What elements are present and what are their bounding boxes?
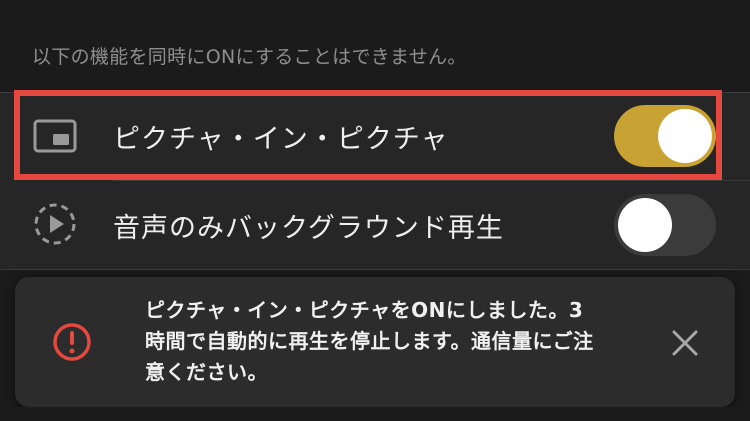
bottom-strip (0, 407, 750, 421)
section-note: 以下の機能を同時にONにすることはできません。 (32, 46, 467, 68)
toast-notification: ピクチャ・イン・ピクチャをONにしました。3 時間で自動的に再生を停止します。通… (15, 277, 735, 407)
toggle-knob (658, 109, 712, 163)
setting-row-picture-in-picture[interactable]: ピクチャ・イン・ピクチャ (0, 92, 750, 180)
setting-label: 音声のみバックグラウンド再生 (113, 213, 504, 244)
alert-circle-icon (51, 321, 93, 363)
setting-row-background-audio[interactable]: 音声のみバックグラウンド再生 (0, 181, 750, 269)
picture-in-picture-icon (32, 113, 78, 159)
close-icon[interactable] (665, 323, 705, 363)
toast-message-line: 意ください。 (145, 360, 268, 384)
setting-label: ピクチャ・イン・ピクチャ (113, 124, 449, 155)
divider (0, 269, 750, 270)
toast-message: ピクチャ・イン・ピクチャをONにしました。3 時間で自動的に再生を停止します。通… (145, 295, 645, 388)
background-play-icon (32, 201, 78, 247)
settings-screen: 以下の機能を同時にONにすることはできません。 ピクチャ・イン・ピクチャ 音声の… (0, 0, 750, 421)
picture-in-picture-toggle[interactable] (614, 105, 716, 167)
toast-message-line: ピクチャ・イン・ピクチャをONにしました。3 (145, 298, 584, 322)
toast-message-line: 時間で自動的に再生を停止します。通信量にご注 (145, 329, 594, 353)
settings-list: ピクチャ・イン・ピクチャ 音声のみバックグラウンド再生 (0, 92, 750, 270)
toggle-knob (618, 198, 672, 252)
background-audio-toggle[interactable] (614, 194, 716, 256)
